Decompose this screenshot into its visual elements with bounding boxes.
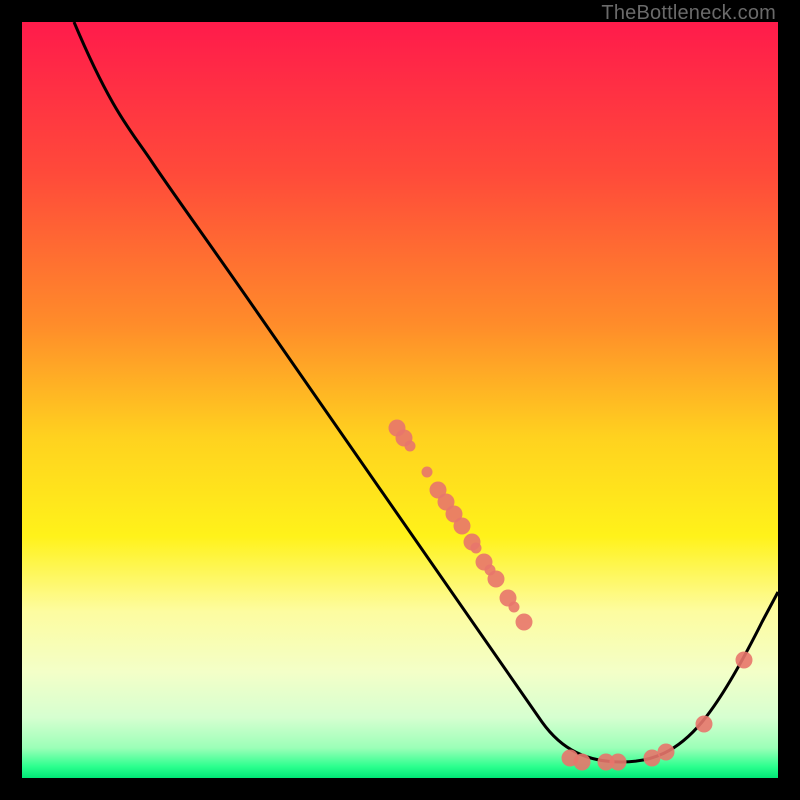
curve-marker	[516, 614, 533, 631]
curve-marker	[610, 754, 627, 771]
curve-marker	[736, 652, 753, 669]
watermark-text: TheBottleneck.com	[601, 2, 776, 25]
curve-marker	[488, 571, 505, 588]
chart-frame	[22, 22, 778, 778]
curve-marker	[471, 543, 482, 554]
curve-marker	[696, 716, 713, 733]
curve-marker	[574, 754, 591, 771]
curve-marker	[658, 744, 675, 761]
bottleneck-chart	[22, 22, 778, 778]
curve-marker	[405, 441, 416, 452]
curve-marker	[509, 602, 520, 613]
curve-marker	[454, 518, 471, 535]
curve-marker	[422, 467, 433, 478]
gradient-background	[22, 22, 778, 778]
